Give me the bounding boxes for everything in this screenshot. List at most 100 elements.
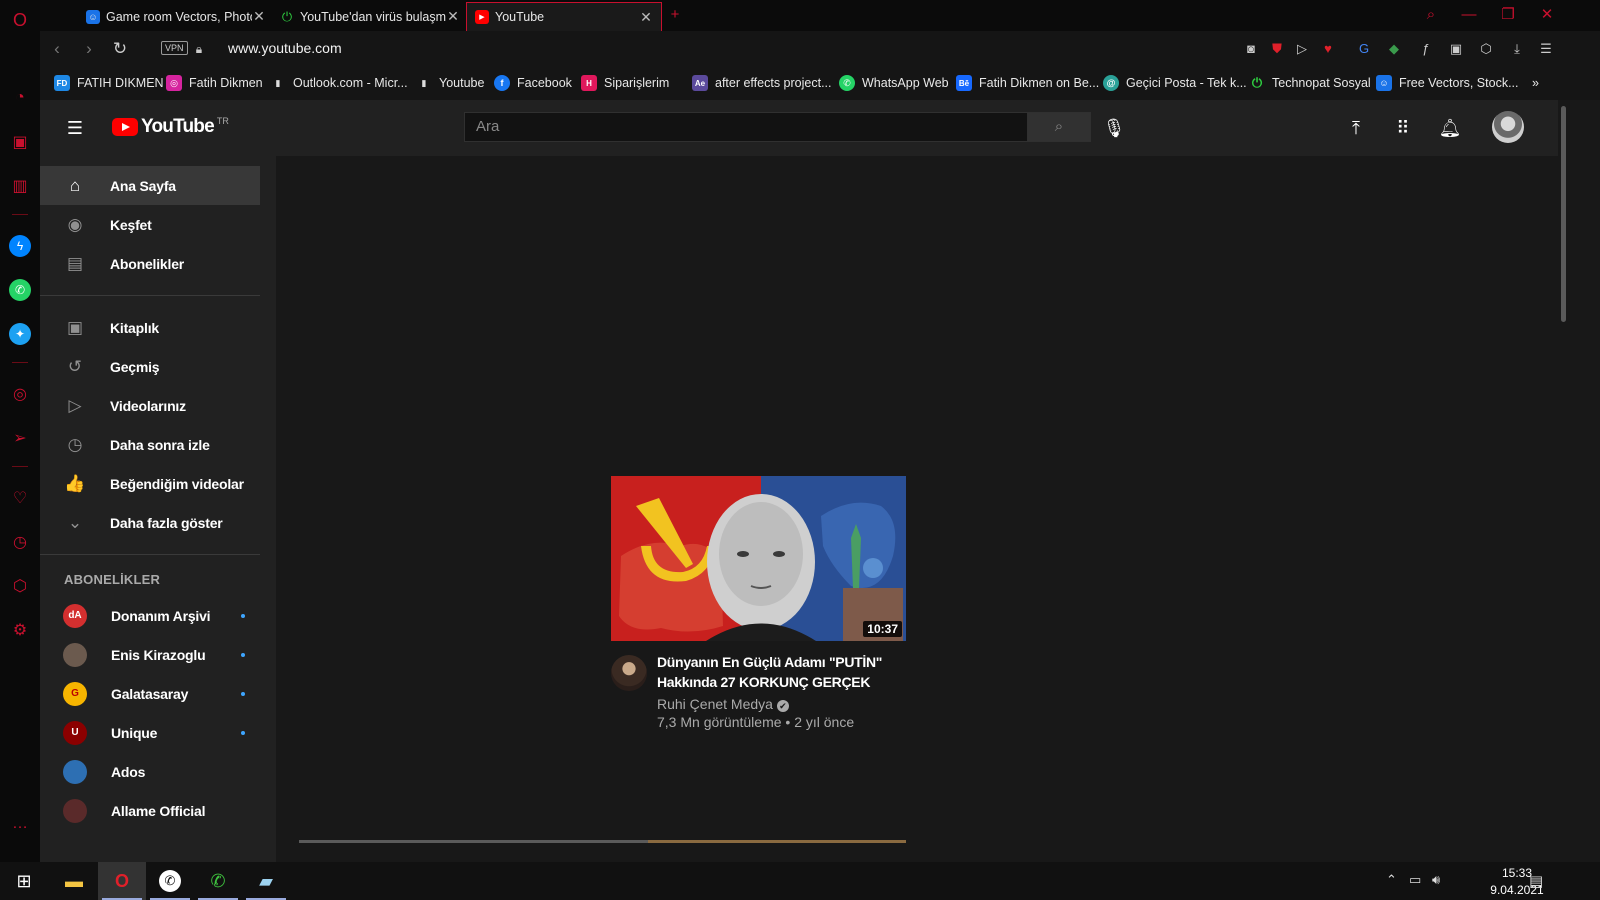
cube-icon[interactable]: ⬡ xyxy=(1477,40,1495,58)
tray-expand-icon[interactable]: ⌃ xyxy=(1386,872,1397,888)
bookmark-instagram[interactable]: ◎ Fatih Dikmen xyxy=(166,74,263,92)
microphone-icon[interactable]: 🎙︎ xyxy=(1102,116,1126,140)
guide-item-your-videos[interactable]: ▷ Videolarınız xyxy=(40,386,260,425)
scrollbar-thumb[interactable] xyxy=(1561,106,1566,322)
bookmark-facebook[interactable]: f Facebook xyxy=(494,74,572,92)
close-icon[interactable]: ✕ xyxy=(252,8,266,25)
opera-menu-icon[interactable]: O xyxy=(9,9,31,31)
search-input[interactable]: Ara xyxy=(464,112,1028,142)
guide-item-explore[interactable]: ◉ Keşfet xyxy=(40,205,260,244)
channel-name[interactable]: Ruhi Çenet Medya ✔ xyxy=(657,696,789,712)
new-tab-button[interactable]: + xyxy=(660,4,690,26)
whatsapp-icon: ✆ xyxy=(839,75,855,91)
next-row-thumbnail[interactable] xyxy=(648,840,906,843)
subscription-item[interactable]: dA Donanım Arşivi xyxy=(40,596,260,635)
action-center-icon[interactable]: ▤ xyxy=(1529,872,1543,890)
bookmark-whatsapp[interactable]: ✆ WhatsApp Web xyxy=(839,74,949,92)
bookmark-outlook[interactable]: ▮ Outlook.com - Micr... xyxy=(270,74,408,92)
channel-avatar[interactable] xyxy=(611,655,647,691)
apps-grid-icon[interactable]: ⠿ xyxy=(1391,116,1415,140)
heart-icon[interactable]: ♡ xyxy=(9,487,31,509)
send-icon[interactable]: ▷ xyxy=(1293,40,1311,58)
volume-icon[interactable]: 🔊︎ xyxy=(1432,872,1440,888)
more-icon[interactable]: … xyxy=(9,813,31,835)
snapshot-icon[interactable]: ▣ xyxy=(1447,40,1465,58)
guide-item-home[interactable]: ⌂ Ana Sayfa xyxy=(40,166,260,205)
forward-icon[interactable]: › xyxy=(78,38,100,60)
download-icon[interactable]: ⤓ xyxy=(1508,40,1526,58)
bookmark-siparislerim[interactable]: H Siparişlerim xyxy=(581,74,669,92)
close-window-button[interactable]: ✕ xyxy=(1532,4,1562,26)
twitter-icon[interactable]: ✦ xyxy=(9,323,31,345)
send-icon[interactable]: ➢ xyxy=(9,427,31,449)
upload-icon[interactable]: ⤒ xyxy=(1344,116,1368,140)
speedometer-icon[interactable]: ◔ xyxy=(9,87,31,109)
vpn-badge[interactable]: VPN xyxy=(161,41,188,55)
twitch-icon[interactable]: ▥ xyxy=(9,175,31,197)
guide-item-history[interactable]: ↺ Geçmiş xyxy=(40,347,260,386)
camera-icon[interactable]: ◙ xyxy=(1242,40,1260,58)
heart-icon[interactable]: ♥ xyxy=(1319,40,1337,58)
guide-item-show-more[interactable]: ⌄ Daha fazla göster xyxy=(40,503,260,542)
subscription-item[interactable]: G Galatasaray xyxy=(40,674,260,713)
avatar[interactable] xyxy=(1492,111,1524,143)
search-button[interactable]: ⌕ xyxy=(1027,112,1091,142)
notepad-icon[interactable]: ▰ xyxy=(242,862,290,900)
next-row-thumbnail[interactable] xyxy=(299,840,649,843)
opera-icon[interactable]: O xyxy=(98,862,146,900)
video-title[interactable]: Dünyanın En Güçlü Adamı "PUTİN" Hakkında… xyxy=(657,652,907,692)
lock-icon[interactable]: 🔒︎ xyxy=(188,38,210,60)
subscription-item[interactable]: Enis Kirazoglu xyxy=(40,635,260,674)
sidebar-divider xyxy=(12,466,28,467)
back-icon[interactable]: ‹ xyxy=(46,38,68,60)
bookmark-after-effects[interactable]: Ae after effects project... xyxy=(692,74,832,92)
subscription-item[interactable]: Ados xyxy=(40,752,260,791)
phone-app-icon[interactable]: ✆ xyxy=(194,862,242,900)
youtube-logo[interactable]: YouTube TR xyxy=(112,116,229,138)
whatsapp-icon[interactable]: ✆ xyxy=(9,279,31,301)
reload-icon[interactable]: ↻ xyxy=(109,38,131,60)
bookmark-technopat[interactable]: ⏻ Technopat Sosyal xyxy=(1249,74,1371,92)
guide-item-subscriptions[interactable]: ▤ Abonelikler xyxy=(40,244,260,283)
player-icon[interactable]: ◎ xyxy=(9,383,31,405)
more-bookmarks-icon[interactable]: » xyxy=(1532,74,1539,92)
url-field[interactable]: www.youtube.com xyxy=(228,40,342,56)
file-explorer-icon[interactable]: ▬ xyxy=(50,862,98,900)
restore-button[interactable]: ❐ xyxy=(1493,4,1523,26)
bookmark-fatih-dikmen-site[interactable]: FD FATIH DIKMEN xyxy=(54,74,164,92)
network-icon[interactable]: ▭ xyxy=(1409,872,1421,888)
minimize-button[interactable]: — xyxy=(1454,4,1484,26)
bookmark-youtube[interactable]: ▮ Youtube xyxy=(416,74,485,92)
settings-icon[interactable]: ⚙ xyxy=(9,619,31,641)
briefcase-icon[interactable]: ▣ xyxy=(9,131,31,153)
subscription-item[interactable]: U Unique xyxy=(40,713,260,752)
windows-start-icon[interactable]: ⊞ xyxy=(0,862,48,900)
adblock-icon[interactable]: ⛊ xyxy=(1268,40,1286,58)
guide-item-liked-videos[interactable]: 👍 Beğendiğim videolar xyxy=(40,464,260,503)
menu-icon[interactable]: ☰ xyxy=(1537,40,1555,58)
bookmark-behance[interactable]: Bē Fatih Dikmen on Be... xyxy=(956,74,1099,92)
close-icon[interactable]: ✕ xyxy=(446,8,460,25)
font-icon[interactable]: ƒ xyxy=(1417,40,1435,58)
messenger-icon[interactable]: ϟ xyxy=(9,235,31,257)
cube-icon[interactable]: ⬡ xyxy=(9,575,31,597)
whatsapp-icon[interactable]: ✆ xyxy=(146,862,194,900)
bookmark-label: Outlook.com - Micr... xyxy=(293,76,408,90)
tab-technopat[interactable]: ⏻ YouTube'dan virüs bulaşma ✕ xyxy=(272,2,468,31)
guide-item-watch-later[interactable]: ◷ Daha sonra izle xyxy=(40,425,260,464)
translate-icon[interactable]: G xyxy=(1355,40,1373,58)
clock-icon[interactable]: ◷ xyxy=(9,531,31,553)
bookmark-gecici-posta[interactable]: @ Geçici Posta - Tek k... xyxy=(1103,74,1247,92)
search-tabs-icon[interactable]: ⌕ xyxy=(1416,4,1446,26)
hamburger-menu-icon[interactable]: ☰ xyxy=(63,116,87,140)
extension-icon[interactable]: ◆ xyxy=(1385,40,1403,58)
bookmark-free-vectors[interactable]: ☺ Free Vectors, Stock... xyxy=(1376,74,1519,92)
guide-item-library[interactable]: ▣ Kitaplık xyxy=(40,308,260,347)
tab-game-room[interactable]: ☺ Game room Vectors, Photos ✕ xyxy=(78,2,274,31)
subscription-item[interactable]: Allame Official xyxy=(40,791,260,830)
video-thumbnail[interactable]: 10:37 xyxy=(611,476,906,641)
scrollbar[interactable] xyxy=(1558,100,1570,862)
close-icon[interactable]: ✕ xyxy=(639,9,653,26)
tab-youtube[interactable]: ▶ YouTube ✕ xyxy=(466,2,662,31)
notifications-bell-icon[interactable]: 🔔︎ xyxy=(1438,116,1462,140)
